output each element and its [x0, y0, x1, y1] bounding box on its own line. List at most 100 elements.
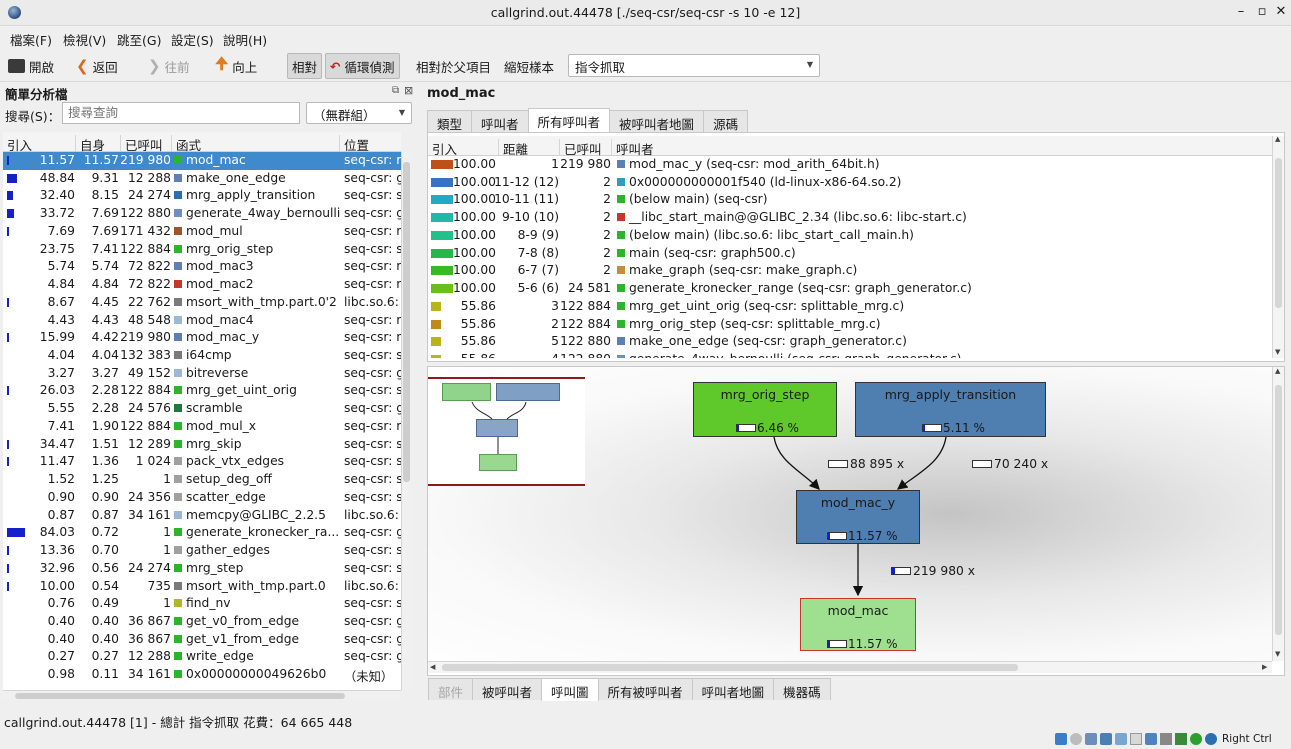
tab-machine-code[interactable]: 機器碼 — [773, 678, 831, 700]
open-button[interactable]: 開啟 — [4, 54, 58, 78]
list-item[interactable]: 15.99 4.42219 980mod_mac_y seq-csr: m — [3, 329, 401, 347]
node-mrg-orig-step[interactable]: mrg_orig_step 6.46 % — [693, 382, 837, 437]
tab-caller-map[interactable]: 呼叫者地圖 — [691, 678, 775, 700]
flat-profile-hscroll[interactable] — [3, 690, 401, 700]
tab-types[interactable]: 類型 — [427, 110, 473, 132]
flat-profile-vscroll[interactable] — [401, 152, 411, 690]
table-row[interactable]: 100.00 7-8 (8) 2 main (seq-csr: graph500.c) — [428, 245, 1272, 263]
float-panel-icon[interactable]: ⧉ — [392, 85, 399, 96]
close-button[interactable]: ✕ — [1272, 3, 1290, 21]
tab-call-graph[interactable]: 呼叫圖 — [541, 678, 599, 701]
table-row[interactable]: 55.86 4122 880 generate_4way_bernoulli (se… — [428, 351, 1272, 358]
tab-parts[interactable]: 部件 — [428, 678, 474, 700]
list-item[interactable]: 0.40 0.40 36 867 get_v0_from_edge seq-csr: g… — [3, 613, 401, 631]
close-panel-icon[interactable]: ⊠ — [404, 84, 413, 97]
relative-toggle[interactable]: 相對 — [287, 53, 323, 79]
network-icon[interactable] — [1100, 733, 1112, 745]
tab-callee-map[interactable]: 被呼叫者地圖 — [609, 110, 705, 132]
col-function[interactable]: 函式 — [171, 135, 201, 153]
col-inclusive[interactable]: 引入 — [428, 139, 457, 157]
list-item[interactable]: 5.74 5.74 72 822mod_mac3 seq-csr: m — [3, 258, 401, 276]
table-row[interactable]: 100.00 8-9 (9) 2 (below main) (libc.so.6: l… — [428, 227, 1272, 245]
list-item[interactable]: 0.40 0.40 36 867 get_v1_from_edge seq-csr: g… — [3, 631, 401, 649]
node-mrg-apply-transition[interactable]: mrg_apply_transition 5.11 % — [855, 382, 1046, 437]
table-row[interactable]: 100.00 6-7 (7) 2 make_graph (seq-csr: make_… — [428, 262, 1272, 280]
cpu-icon[interactable] — [1175, 733, 1187, 745]
tab-callers[interactable]: 呼叫者 — [471, 110, 529, 132]
table-row[interactable]: 55.86 2 122 884 mrg_orig_step (seq-csr: spl… — [428, 316, 1272, 334]
list-item[interactable]: 0.90 0.90 24 356scatter_edge seq-csr: se — [3, 489, 401, 507]
call-graph-vscroll[interactable]: ▲ ▼ — [1272, 367, 1284, 661]
menu-view[interactable]: 檢視(V) — [63, 30, 106, 49]
list-item[interactable]: 1.52 1.25 1setup_deg_off seq-csr: se — [3, 471, 401, 489]
edge-apply-to-mac-y[interactable] — [896, 436, 947, 490]
back-button[interactable]: ❮ 返回 — [72, 54, 122, 78]
call-graph-minimap[interactable] — [428, 377, 585, 486]
list-item[interactable]: 11.47 1.36 1 024pack_vtx_edges seq-csr: se — [3, 453, 401, 471]
edge-label-orig-step[interactable]: 88 895 x — [828, 457, 904, 471]
search-input[interactable] — [62, 102, 300, 124]
list-item[interactable]: 7.697.69171 432mod_mulseq-csr: m — [3, 223, 401, 241]
cycle-detection-toggle[interactable]: ↶ 循環偵測 — [325, 53, 400, 79]
table-row[interactable]: 100.00 9-10 (10) 2 __libc_start_main@@GLIBC… — [428, 209, 1272, 227]
edge-orig-step-to-mac-y[interactable] — [773, 436, 820, 490]
forward-button[interactable]: ❯ 往前 — [144, 54, 194, 78]
relative-to-parent-toggle[interactable]: 相對於父項目 — [412, 54, 495, 78]
node-mod-mac[interactable]: mod_mac 11.57 % — [800, 598, 916, 651]
list-item[interactable]: 11.5711.57219 980mod_macseq-csr: m — [3, 152, 401, 170]
list-item[interactable]: 4.044.04132 383i64cmpseq-csr: se — [3, 347, 401, 365]
tab-source[interactable]: 源碼 — [703, 110, 749, 132]
list-item[interactable]: 4.43 4.43 48 548mod_mac4 seq-csr: m — [3, 312, 401, 330]
shared-folder-icon[interactable] — [1130, 733, 1142, 745]
col-called[interactable]: 已呼叫 — [559, 139, 602, 157]
col-distance[interactable]: 距離 — [498, 139, 528, 157]
tab-all-callers[interactable]: 所有呼叫者 — [527, 108, 611, 132]
table-row[interactable]: 100.00 11-12 (12) 2 0x000000000001f540 (ld-… — [428, 174, 1272, 192]
optical-drive-icon[interactable] — [1070, 733, 1082, 745]
list-item[interactable]: 8.67 4.45 22 762 msort_with_tmp.part.0'2 lib… — [3, 294, 401, 312]
menu-file[interactable]: 檔案(F) — [10, 30, 52, 49]
list-item[interactable]: 10.00 0.54 735 msort_with_tmp.part.0 libc.so… — [3, 578, 401, 596]
list-item[interactable]: 4.84 4.84 72 822mod_mac2 seq-csr: m — [3, 276, 401, 294]
list-item[interactable]: 0.98 0.11 34 161 0x00000000049626b0 （未知） — [3, 666, 401, 684]
all-callers-vscroll[interactable]: ▲ ▼ — [1272, 135, 1284, 358]
table-row[interactable]: 100.00 10-11 (11) 2 (below main) (seq-csr) — [428, 191, 1272, 209]
virtualization-icon[interactable] — [1190, 733, 1202, 745]
edge-label-apply-transition[interactable]: 70 240 x — [972, 457, 1048, 471]
menu-help[interactable]: 說明(H) — [223, 30, 267, 49]
list-item[interactable]: 0.27 0.27 12 288write_edge seq-csr: gr — [3, 648, 401, 666]
col-caller[interactable]: 呼叫者 — [611, 139, 654, 157]
menu-settings[interactable]: 設定(S) — [171, 30, 214, 49]
usb-icon[interactable] — [1115, 733, 1127, 745]
col-inclusive[interactable]: 引入 — [3, 135, 32, 153]
col-called[interactable]: 已呼叫 — [120, 135, 163, 153]
up-button[interactable]: 🠉 向上 — [211, 54, 261, 78]
table-row[interactable]: 100.00 5-6 (6) 24 581 generate_kronecker_ra… — [428, 280, 1272, 298]
shorten-templates-toggle[interactable]: 縮短樣本 — [500, 54, 558, 78]
list-item[interactable]: 3.27 3.27 49 152bitreverse seq-csr: gr — [3, 365, 401, 383]
col-location[interactable]: 位置 — [339, 135, 369, 153]
call-graph-hscroll[interactable]: ◀ ▶ — [428, 661, 1272, 673]
node-mod-mac-y[interactable]: mod_mac_y 11.57 % — [796, 490, 920, 544]
table-row[interactable]: 55.86 5 122 880 make_one_edge (seq-csr: gra… — [428, 333, 1272, 351]
maximize-button[interactable]: ▫ — [1253, 3, 1271, 21]
list-item[interactable]: 13.36 0.70 1gather_edges seq-csr: se — [3, 542, 401, 560]
tab-all-callees[interactable]: 所有被呼叫者 — [597, 678, 693, 700]
edge-label-mod-mac-y[interactable]: 219 980 x — [891, 564, 975, 578]
list-item[interactable]: 34.47 1.51 12 289mrg_skip seq-csr: sp — [3, 436, 401, 454]
audio-icon[interactable] — [1085, 733, 1097, 745]
harddisk-icon[interactable] — [1055, 733, 1067, 745]
list-item[interactable]: 7.41 1.90122 884mod_mul_x seq-csr: m — [3, 418, 401, 436]
list-item[interactable]: 84.03 0.72 1 generate_kronecker_ra... seq-cs… — [3, 524, 401, 542]
minimize-button[interactable]: – — [1232, 3, 1250, 21]
mouse-integration-icon[interactable] — [1205, 733, 1217, 745]
list-item[interactable]: 5.55 2.28 24 576scramble seq-csr: gr — [3, 400, 401, 418]
event-type-select[interactable]: 指令抓取 ▼ — [568, 54, 820, 77]
list-item[interactable]: 23.75 7.41122 884mrg_orig_step seq-csr: sp — [3, 241, 401, 259]
display-icon[interactable] — [1145, 733, 1157, 745]
list-item[interactable]: 48.84 9.31 12 288make_one_edge seq-csr: gr — [3, 170, 401, 188]
table-row[interactable]: 100.00 1 219 980 mod_mac_y (seq-csr: mod_ar… — [428, 156, 1272, 174]
menu-go[interactable]: 跳至(G) — [117, 30, 161, 49]
list-item[interactable]: 32.96 0.56 24 274mrg_step seq-csr: sp — [3, 560, 401, 578]
tab-callees[interactable]: 被呼叫者 — [472, 678, 543, 700]
